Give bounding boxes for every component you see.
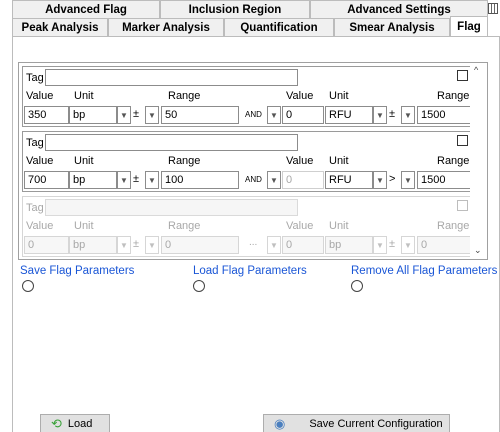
scroll-up-icon[interactable]: ^ <box>474 65 478 75</box>
chevron-down-icon[interactable]: ▼ <box>373 171 387 189</box>
chevron-down-icon[interactable]: ▼ <box>373 106 387 124</box>
remove-all-radio[interactable] <box>351 280 363 292</box>
flag-group: Tag Value Unit Range Value Unit Range 0 … <box>22 196 472 257</box>
unit-select: bp <box>69 236 117 254</box>
save-flag-radio[interactable] <box>22 280 34 292</box>
unit-label: Unit <box>74 90 94 102</box>
flag-checkbox <box>457 200 468 211</box>
operator-select: ... <box>249 237 258 248</box>
unit-select-right[interactable]: RFU <box>325 106 373 124</box>
tab-strip-bottom: Peak Analysis Marker Analysis Quantifica… <box>12 16 488 36</box>
tab-marker-analysis[interactable]: Marker Analysis <box>108 18 224 36</box>
sign-select-right[interactable]: ± <box>389 108 395 120</box>
range-input: 0 <box>161 236 239 254</box>
scroll-down-icon[interactable]: ⌄ <box>474 245 482 256</box>
flag-list[interactable]: Tag Value Unit Range Value Unit Range 35… <box>18 62 488 260</box>
range-label: Range <box>168 90 201 102</box>
chevron-down-icon[interactable]: ▼ <box>145 106 159 124</box>
chevron-down-icon[interactable]: ▼ <box>267 106 281 124</box>
vertical-scrollbar[interactable]: ^ ⌄ <box>470 63 487 259</box>
unit-select-right[interactable]: RFU <box>325 171 373 189</box>
tab-strip-top: Advanced Flag Inclusion Region Advanced … <box>12 0 488 18</box>
range-label-right: Range <box>437 155 470 167</box>
save-configuration-button[interactable]: ◉ Save Current Configuration <box>263 414 450 432</box>
tag-input[interactable] <box>45 134 298 151</box>
tab-peak-analysis[interactable]: Peak Analysis <box>12 18 108 36</box>
chevron-down-icon[interactable]: ▼ <box>267 171 281 189</box>
sign-select[interactable]: ± <box>133 108 139 120</box>
range-label: Range <box>168 220 201 232</box>
sign-select: ± <box>133 238 140 250</box>
range-input-right: 0 <box>417 236 471 254</box>
unit-label-right: Unit <box>329 155 349 167</box>
value-input-right: 0 <box>282 236 324 254</box>
remove-all-flag-parameters-link[interactable]: Remove All Flag Parameters <box>351 265 497 277</box>
range-input-right[interactable]: 1500 <box>417 106 471 124</box>
chevron-down-icon[interactable]: ▼ <box>117 106 131 124</box>
unit-label-right: Unit <box>329 90 349 102</box>
range-label: Range <box>168 155 201 167</box>
value-input-right[interactable]: 0 <box>282 106 324 124</box>
value-label: Value <box>26 155 54 167</box>
range-input-right[interactable]: 1500 <box>417 171 471 189</box>
unit-label-right: Unit <box>329 220 349 232</box>
chevron-down-icon[interactable]: ▼ <box>401 106 415 124</box>
flag-checkbox[interactable] <box>457 135 468 146</box>
unit-label: Unit <box>74 155 94 167</box>
load-button[interactable]: ⟲ Load <box>40 414 110 432</box>
save-flag-parameters-link[interactable]: Save Flag Parameters <box>20 265 134 277</box>
value-label: Value <box>26 220 54 232</box>
chevron-down-icon[interactable]: ▼ <box>401 171 415 189</box>
flag-group: Tag Value Unit Range Value Unit Range 35… <box>22 66 472 127</box>
chevron-down-icon: ▼ <box>267 236 281 254</box>
value-input[interactable]: 700 <box>24 171 69 189</box>
range-label-right: Range <box>437 220 470 232</box>
operator-select[interactable]: AND <box>245 110 262 119</box>
flag-group: Tag Value Unit Range Value Unit Range 70… <box>22 131 472 192</box>
unit-select[interactable]: bp <box>69 171 117 189</box>
value-label-right: Value <box>286 155 314 167</box>
value-input-right[interactable]: 0 <box>282 171 324 189</box>
value-label-right: Value <box>286 90 314 102</box>
unit-select-right: bp <box>325 236 373 254</box>
chevron-down-icon: ▼ <box>145 236 159 254</box>
unit-select[interactable]: bp <box>69 106 117 124</box>
range-input[interactable]: 50 <box>161 106 239 124</box>
value-input[interactable]: 350 <box>24 106 69 124</box>
sign-select-right[interactable]: > <box>389 173 395 185</box>
sign-select-right: ± <box>389 238 396 250</box>
tag-label: Tag <box>26 202 44 214</box>
range-input[interactable]: 100 <box>161 171 239 189</box>
flag-checkbox[interactable] <box>457 70 468 81</box>
chevron-down-icon[interactable]: ▼ <box>145 171 159 189</box>
save-config-icon: ◉ <box>274 415 286 431</box>
tab-smear-analysis[interactable]: Smear Analysis <box>334 18 450 36</box>
value-input: 0 <box>24 236 69 254</box>
tab-overflow-icon[interactable] <box>488 3 498 14</box>
chevron-down-icon: ▼ <box>401 236 415 254</box>
chevron-down-icon[interactable]: ▼ <box>117 171 131 189</box>
load-flag-parameters-link[interactable]: Load Flag Parameters <box>193 265 307 277</box>
chevron-down-icon: ▼ <box>117 236 131 254</box>
operator-select[interactable]: AND <box>245 175 262 184</box>
tab-inclusion-region[interactable]: Inclusion Region <box>160 0 310 18</box>
range-label-right: Range <box>437 90 470 102</box>
unit-label: Unit <box>74 220 94 232</box>
value-label-right: Value <box>286 220 314 232</box>
tab-flag[interactable]: Flag <box>450 16 488 36</box>
refresh-icon: ⟲ <box>51 415 62 431</box>
tag-label: Tag <box>26 72 44 84</box>
tag-input <box>45 199 298 216</box>
chevron-down-icon: ▼ <box>373 236 387 254</box>
sign-select[interactable]: ± <box>133 173 139 185</box>
tab-advanced-flag[interactable]: Advanced Flag <box>12 0 160 18</box>
tag-input[interactable] <box>45 69 298 86</box>
tab-quantification[interactable]: Quantification <box>224 18 334 36</box>
value-label: Value <box>26 90 54 102</box>
tag-label: Tag <box>26 137 44 149</box>
load-flag-radio[interactable] <box>193 280 205 292</box>
